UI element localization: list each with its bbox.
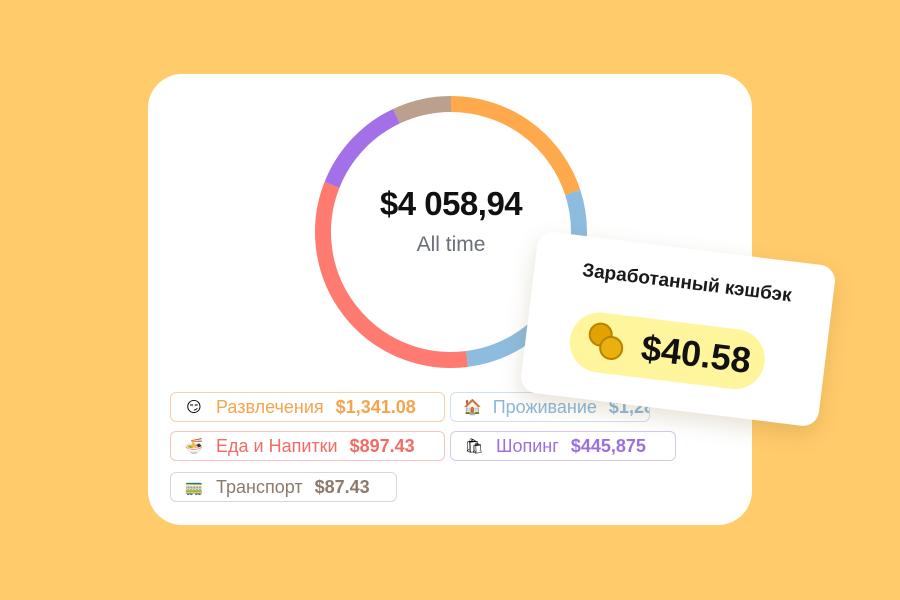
tram-icon: 🚃 xyxy=(184,479,204,496)
coin-icon xyxy=(597,334,625,362)
house-icon: 🏠 xyxy=(463,399,482,416)
category-amount: $897.43 xyxy=(349,435,415,456)
category-chip-shopping[interactable]: 🛍 Шопинг $445,875 xyxy=(450,431,676,461)
smirk-face-icon: 😏 xyxy=(186,399,202,416)
coins-icon xyxy=(583,319,632,368)
category-chip-transport[interactable]: 🚃 Транспорт $87.43 xyxy=(170,472,397,502)
category-name: Шопинг xyxy=(496,435,559,456)
total-amount: $4 058,94 xyxy=(379,185,523,222)
category-name: Развлечения xyxy=(216,396,324,417)
cashback-amount: $40.58 xyxy=(639,326,754,381)
period-label: All time xyxy=(416,233,486,256)
category-amount: $445,875 xyxy=(570,435,646,456)
category-amount: $1,341.08 xyxy=(335,396,416,417)
category-name: Транспорт xyxy=(216,476,303,497)
noodle-bowl-icon: 🍜 xyxy=(184,438,204,455)
category-name: Еда и Напитки xyxy=(216,435,338,456)
cashback-amount-pill: $40.58 xyxy=(566,309,769,393)
category-chip-food[interactable]: 🍜 Еда и Напитки $897.43 xyxy=(170,431,445,461)
shopping-bag-icon: 🛍 xyxy=(464,438,484,455)
category-chip-entertainment[interactable]: 😏 Развлечения $1,341.08 xyxy=(170,392,445,422)
cashback-title: Заработанный кэшбэк xyxy=(581,259,793,307)
category-name: Проживание xyxy=(492,396,597,417)
category-amount: $87.43 xyxy=(314,476,370,497)
